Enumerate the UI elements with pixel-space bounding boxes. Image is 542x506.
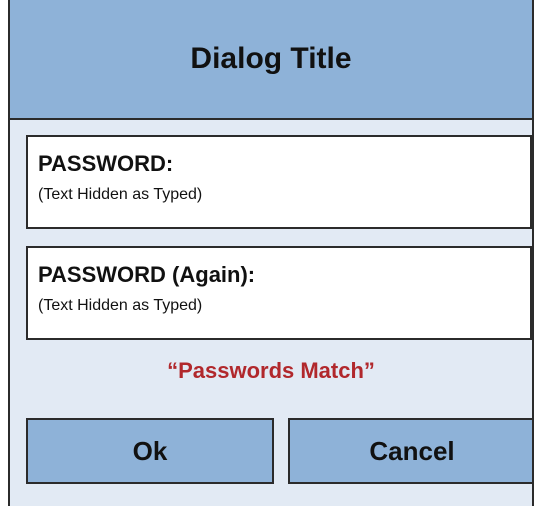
dialog-title: Dialog Title <box>190 42 352 75</box>
password-confirm-label: PASSWORD (Again): <box>38 262 256 287</box>
password-hint: (Text Hidden as Typed) <box>38 186 203 203</box>
ok-button[interactable]: Ok <box>26 418 274 484</box>
dialog-title-bar: Dialog Title <box>10 0 532 120</box>
password-confirm-hint: (Text Hidden as Typed) <box>38 297 203 314</box>
password-label: PASSWORD: <box>38 151 174 176</box>
password-dialog: Dialog Title PASSWORD: (Text Hidden as T… <box>8 0 534 506</box>
password-match-status: “Passwords Match” <box>167 358 375 383</box>
password-confirm-field[interactable]: PASSWORD (Again): (Text Hidden as Typed) <box>26 246 532 340</box>
cancel-button[interactable]: Cancel <box>288 418 532 484</box>
password-field[interactable]: PASSWORD: (Text Hidden as Typed) <box>26 135 532 229</box>
